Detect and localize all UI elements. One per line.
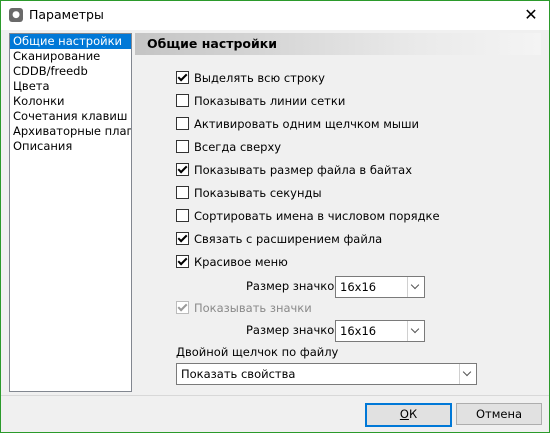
menu-icon-size-select[interactable]: 16x16	[335, 276, 425, 298]
double-click-action-select[interactable]: Показать свойства	[176, 363, 477, 385]
checkbox-label: Всегда сверху	[194, 140, 282, 154]
chevron-down-icon	[410, 280, 420, 290]
dropdown-button[interactable]	[407, 321, 424, 341]
checkbox-label: Связать с расширением файла	[194, 232, 383, 246]
sidebar-item-scanning[interactable]: Сканирование	[10, 49, 131, 64]
checkbox-unchecked-icon[interactable]	[176, 117, 189, 130]
checkbox-checked-icon[interactable]	[176, 232, 189, 245]
dropdown-button[interactable]	[407, 277, 424, 297]
page-header: Общие настройки	[135, 33, 541, 55]
sidebar-item-colors[interactable]: Цвета	[10, 79, 131, 94]
select-value: 16x16	[340, 324, 377, 338]
sidebar-item-general[interactable]: Общие настройки	[10, 34, 131, 49]
select-value: Показать свойства	[181, 367, 296, 381]
settings-category-list[interactable]: Общие настройки Сканирование CDDB/freedb…	[9, 33, 132, 392]
checkbox-label: Показывать линии сетки	[194, 94, 346, 108]
checkbox-unchecked-icon[interactable]	[176, 186, 189, 199]
checkbox-label: Активировать одним щелчком мыши	[194, 117, 419, 131]
checkbox-checked-icon[interactable]	[176, 71, 189, 84]
checkbox-label: Выделять всю строку	[194, 71, 325, 85]
window-title: Параметры	[29, 7, 104, 22]
checkbox-checked-icon[interactable]	[176, 163, 189, 176]
checkbox-label: Показывать секунды	[194, 186, 322, 200]
footer-divider	[1, 395, 549, 396]
sidebar-item-descriptions[interactable]: Описания	[10, 139, 131, 154]
ok-label-rest: К	[408, 407, 418, 421]
chevron-down-icon	[410, 324, 420, 334]
checkbox-unchecked-icon[interactable]	[176, 94, 189, 107]
checkbox-unchecked-icon[interactable]	[176, 140, 189, 153]
menu-icon-size-label: Размер значков	[246, 279, 342, 293]
close-button[interactable]: ✕	[519, 4, 543, 26]
title-bar: ● Параметры ✕	[1, 1, 549, 30]
checkbox-label: Показывать значки	[194, 301, 312, 315]
sidebar-item-shortcuts[interactable]: Сочетания клавиш	[10, 109, 131, 124]
sidebar-item-columns[interactable]: Колонки	[10, 94, 131, 109]
checkbox-checked-icon[interactable]	[176, 255, 189, 268]
checkbox-label: Показывать размер файла в байтах	[194, 163, 413, 177]
icon-size-select[interactable]: 16x16	[335, 320, 425, 342]
select-value: 16x16	[340, 280, 377, 294]
checkbox-checked-icon	[176, 301, 189, 314]
checkbox-label: Красивое меню	[194, 255, 288, 269]
sidebar-item-cddb[interactable]: CDDB/freedb	[10, 64, 131, 79]
checkbox-unchecked-icon[interactable]	[176, 209, 189, 222]
chevron-down-icon	[462, 367, 472, 377]
page-title: Общие настройки	[147, 36, 278, 51]
cat-app-icon: ●	[9, 8, 23, 22]
settings-dialog: ● Параметры ✕ Общие настройки Сканирован…	[0, 0, 550, 433]
dropdown-button[interactable]	[459, 364, 476, 384]
checkbox-label: Сортировать имена в числовом порядке	[194, 209, 440, 223]
ok-button[interactable]: ОК	[365, 403, 452, 427]
settings-panel: Общие настройки Выделять всю строку Пока…	[135, 33, 541, 390]
ok-mnemonic: О	[399, 407, 409, 421]
double-click-label: Двойной щелчок по файлу	[176, 345, 339, 359]
cancel-button[interactable]: Отмена	[456, 403, 542, 425]
sidebar-item-archiver-plugins[interactable]: Архиваторные плагин	[10, 124, 131, 139]
icon-size-label: Размер значков	[246, 323, 342, 337]
